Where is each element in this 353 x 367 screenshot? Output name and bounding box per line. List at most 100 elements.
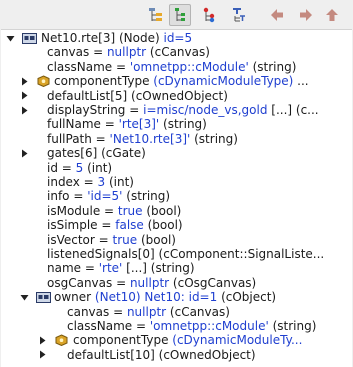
field-text: className = — [67, 319, 150, 333]
tree-row[interactable]: id = 5 (int) — [1, 161, 352, 175]
expand-toggle[interactable] — [19, 89, 29, 103]
object-inspector-tree[interactable]: Net10.rte[3] (Node) id=5 canvas = nullptr… — [1, 29, 352, 367]
tree-row-label: className = 'omnetpp::cModule' (string) — [67, 319, 316, 333]
module-glyph — [35, 291, 51, 303]
tree-row[interactable]: Net10.rte[3] (Node) id=5 — [1, 31, 352, 45]
children-icon — [203, 7, 215, 23]
field-text: index = — [47, 175, 98, 189]
tree-row-label: osgCanvas = nullptr (cOsgCanvas) — [47, 276, 256, 290]
tree-row[interactable]: osgCanvas = nullptr (cOsgCanvas) — [1, 276, 352, 290]
tree-row-label: componentType (cDynamicModuleTy... — [73, 333, 302, 347]
field-text: (string) — [248, 59, 297, 74]
triangle-right-icon — [39, 336, 45, 345]
field-text: [...] (string) — [122, 261, 195, 276]
expand-toggle[interactable] — [19, 74, 29, 88]
field-value: 3 — [97, 175, 106, 189]
component-type-icon — [35, 75, 51, 88]
triangle-right-icon — [21, 91, 27, 100]
tree-row[interactable]: defaultList[10] (cOwnedObject) — [1, 348, 352, 362]
collapse-toggle[interactable] — [5, 31, 15, 45]
tree-row-label: Net10.rte[3] (Node) id=5 — [41, 31, 192, 45]
field-text: canvas = — [47, 45, 107, 60]
field-text: id = — [47, 160, 76, 175]
tree-row-label: gates[6] (cGate) — [47, 146, 146, 160]
arrow-right-icon — [300, 9, 312, 21]
field-value: 'Net10.rte[3]' — [109, 131, 191, 146]
tree-row[interactable]: className = 'omnetpp::cModule' (string) — [1, 60, 352, 74]
inheritance-icon — [175, 8, 185, 21]
flat-mode-button[interactable] — [228, 4, 250, 26]
field-text: isSimple = — [47, 218, 116, 233]
tree-row[interactable]: fullPath = 'Net10.rte[3]' (string) — [1, 132, 352, 146]
module-icon — [35, 291, 51, 303]
field-value: 'id=5' — [87, 189, 123, 204]
module-glyph — [21, 32, 37, 44]
field-text: (cObject) — [217, 290, 277, 305]
field-text: isVector = — [47, 232, 113, 247]
back-button[interactable] — [266, 4, 288, 26]
field-text: defaultList[10] (cOwnedObject) — [67, 347, 256, 362]
tree-row[interactable]: info = 'id=5' (string) — [1, 189, 352, 203]
expand-toggle[interactable] — [19, 146, 29, 160]
tree-row[interactable]: defaultList[5] (cOwnedObject) — [1, 89, 352, 103]
field-text: (string) — [268, 319, 317, 333]
tree-row-label: canvas = nullptr (cCanvas) — [67, 305, 230, 319]
tree-row[interactable]: componentType (cDynamicModuleTy... — [1, 333, 352, 347]
field-text: (bool) — [142, 203, 182, 218]
tree-row[interactable]: isVector = true (bool) — [1, 233, 352, 247]
arrow-left-icon — [271, 9, 283, 21]
tree-row-label: listenedSignals[0] (cComponent::SignalLi… — [47, 247, 324, 261]
expand-toggle[interactable] — [37, 333, 47, 347]
field-value: true — [112, 232, 138, 247]
field-text: osgCanvas = — [47, 275, 130, 290]
field-text: (cCanvas) — [166, 304, 230, 319]
field-value: false — [115, 218, 144, 233]
field-text: (string) — [122, 189, 171, 204]
arrow-up-icon — [326, 9, 338, 21]
field-value: nullptr — [129, 275, 170, 290]
field-text: (cCanvas) — [146, 45, 210, 60]
children-mode-button[interactable] — [198, 4, 220, 26]
tree-row[interactable]: name = 'rte' [...] (string) — [1, 261, 352, 275]
tree-row[interactable]: listenedSignals[0] (cComponent::SignalLi… — [1, 247, 352, 261]
tree-row[interactable]: displayString = i=misc/node_vs,gold [...… — [1, 103, 352, 117]
field-text: displayString = — [47, 103, 144, 117]
tree-row[interactable]: owner (Net10) Net10: id=1 (cObject) — [1, 290, 352, 304]
field-text: (int) — [105, 175, 134, 189]
tree-row-label: fullName = 'rte[3]' (string) — [47, 117, 207, 131]
field-value: 'rte[3]' — [118, 117, 160, 132]
tree-row-label: isSimple = false (bool) — [47, 218, 183, 232]
expand-toggle[interactable] — [19, 103, 29, 117]
tree-row-label: canvas = nullptr (cCanvas) — [47, 45, 210, 59]
field-value: id=5 — [163, 31, 193, 45]
tree-row-label: fullPath = 'Net10.rte[3]' (string) — [47, 132, 238, 146]
tree-row[interactable]: className = 'omnetpp::cModule' (string) — [1, 319, 352, 333]
forward-button[interactable] — [295, 4, 317, 26]
group-by-category-button[interactable] — [145, 4, 167, 26]
field-text: owner — [54, 290, 95, 305]
triangle-right-icon — [21, 77, 27, 86]
tree-row[interactable]: isSimple = false (bool) — [1, 218, 352, 232]
tree-row[interactable]: canvas = nullptr (cCanvas) — [1, 45, 352, 59]
field-value: (cDynamicModuleTy... — [172, 333, 303, 348]
triangle-down-icon — [20, 294, 28, 301]
tree-row-label: index = 3 (int) — [47, 175, 134, 189]
tree-row-label: isModule = true (bool) — [47, 204, 181, 218]
tree-row-label: displayString = i=misc/node_vs,gold [...… — [47, 103, 319, 117]
module-icon — [21, 32, 37, 44]
field-text: gates[6] (cGate) — [47, 146, 146, 161]
tree-row[interactable]: canvas = nullptr (cCanvas) — [1, 305, 352, 319]
expand-toggle[interactable] — [37, 348, 47, 362]
component-glyph — [55, 334, 67, 347]
tree-row[interactable]: componentType (cDynamicModuleType) ... — [1, 74, 352, 88]
collapse-toggle[interactable] — [19, 290, 29, 304]
inheritance-mode-button[interactable] — [169, 4, 191, 26]
tree-row[interactable]: gates[6] (cGate) — [1, 146, 352, 160]
tree-row[interactable]: index = 3 (int) — [1, 175, 352, 189]
parent-button[interactable] — [321, 4, 343, 26]
field-text: (bool) — [137, 232, 176, 247]
field-text: defaultList[5] (cOwnedObject) — [47, 88, 228, 103]
tree-row[interactable]: isModule = true (bool) — [1, 204, 352, 218]
toolbar — [0, 0, 353, 30]
tree-row[interactable]: fullName = 'rte[3]' (string) — [1, 117, 352, 131]
